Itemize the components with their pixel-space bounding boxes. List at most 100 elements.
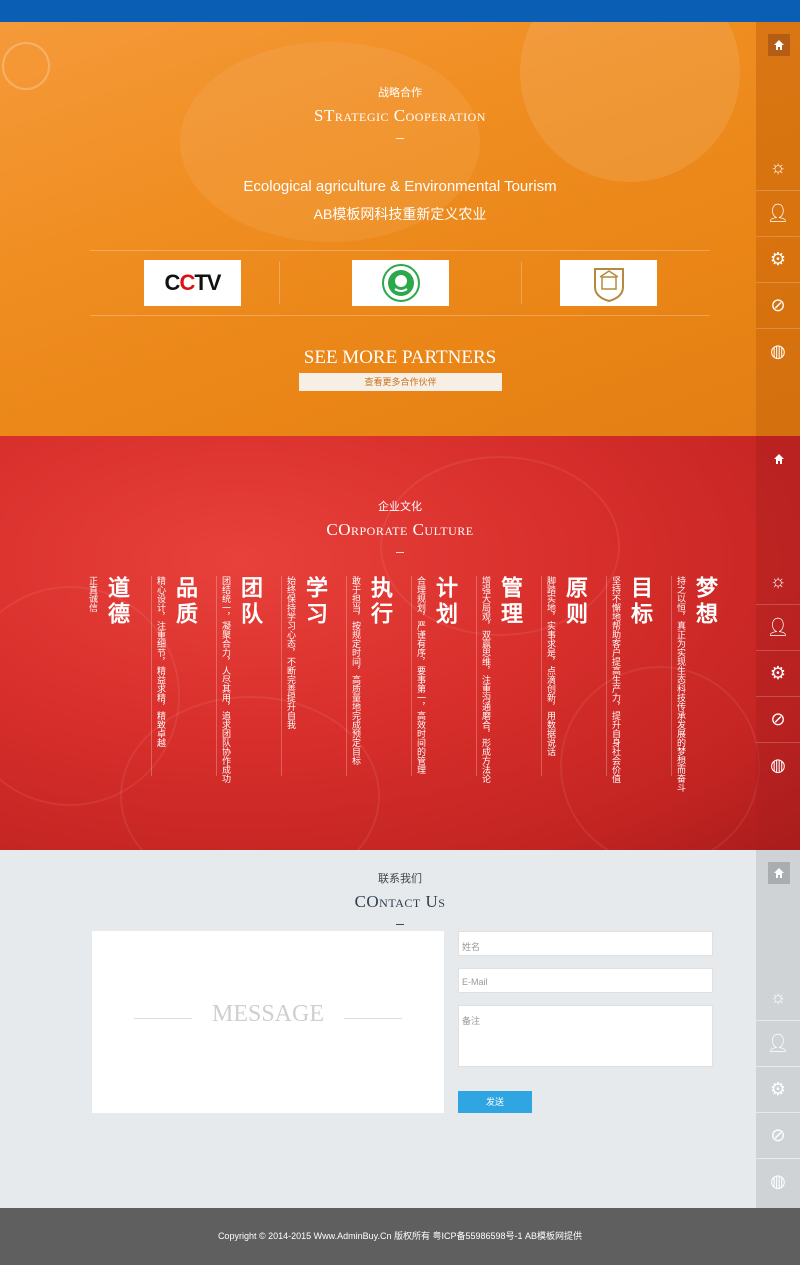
side-nav: ☼ 👤︎ ⚙ ⊘ ◍ bbox=[756, 850, 800, 1208]
section-title-en: COrporate Culture bbox=[326, 520, 474, 539]
footer: Copyright © 2014-2015 Www.AdminBuy.Cn 版权… bbox=[0, 1208, 800, 1265]
name-field[interactable]: 姓名 bbox=[458, 931, 713, 956]
nav-item-leaf[interactable]: ⊘ bbox=[756, 282, 800, 328]
message-panel: MESSAGE bbox=[92, 931, 444, 1113]
section-title-en: STrategic Cooperation bbox=[314, 106, 486, 125]
email-field[interactable]: E-Mail bbox=[458, 968, 713, 993]
leaf-icon: ⊘ bbox=[770, 295, 786, 315]
culture-value-text: 敢于担当，按规定时间，高质量地完成预定目标 bbox=[351, 576, 361, 765]
globe-icon: ◍ bbox=[770, 1171, 786, 1191]
nav-item-leaf[interactable]: ⊘ bbox=[756, 1112, 800, 1158]
home-icon bbox=[774, 454, 784, 464]
culture-values: 正直诚信 道德 精心设计，注重细节，精益求精，精致卓越 品质 团结统一，凝聚合力… bbox=[85, 576, 718, 796]
culture-value-text: 脚踏实地，实事求是，点滴创新，用数据说话 bbox=[546, 576, 556, 756]
home-button[interactable] bbox=[768, 448, 790, 470]
divider bbox=[90, 250, 710, 251]
strategic-cooperation-section: 战略合作 STrategic Cooperation Ecological ag… bbox=[0, 22, 800, 436]
culture-value-heading: 执行 bbox=[367, 576, 393, 628]
divider bbox=[411, 576, 412, 776]
see-more-partners-heading: SEE MORE PARTNERS bbox=[303, 347, 497, 368]
corporate-culture-section: 企业文化 COrporate Culture 正直诚信 道德 精心设计，注重细节… bbox=[0, 436, 800, 850]
divider bbox=[346, 576, 347, 776]
divider bbox=[279, 262, 280, 304]
gears-icon: ⚙ bbox=[769, 1079, 787, 1099]
home-icon bbox=[774, 40, 784, 50]
divider bbox=[151, 576, 152, 776]
title-underline bbox=[396, 552, 404, 553]
title-underline bbox=[396, 924, 404, 925]
culture-value-heading: 目标 bbox=[627, 576, 653, 628]
nav-item-sun[interactable]: ☼ bbox=[756, 558, 800, 604]
leaf-icon: ⊘ bbox=[770, 1125, 786, 1145]
see-more-partners-button[interactable]: 查看更多合作伙伴 bbox=[299, 373, 502, 391]
globe-icon: ◍ bbox=[770, 341, 786, 361]
subtitle-cn: AB模板网科技重新定义农业 bbox=[313, 206, 487, 222]
culture-value-heading: 学习 bbox=[302, 576, 328, 628]
culture-value-heading: 原则 bbox=[562, 576, 588, 628]
sun-icon: ☼ bbox=[769, 570, 787, 591]
note-field[interactable]: 备注 bbox=[458, 1005, 713, 1067]
user-icon: 👤︎ bbox=[766, 203, 790, 223]
title-underline bbox=[396, 138, 404, 139]
culture-value-text: 正直诚信 bbox=[88, 576, 98, 612]
culture-value-text: 始终保持学习心态，不断完善提升自我 bbox=[286, 576, 296, 729]
culture-value-text: 精心设计，注重细节，精益求精，精致卓越 bbox=[156, 576, 166, 747]
background-blob bbox=[520, 22, 740, 182]
culture-value-heading: 道德 bbox=[104, 576, 130, 628]
user-icon: 👤︎ bbox=[766, 617, 790, 637]
nav-item-globe[interactable]: ◍ bbox=[756, 742, 800, 788]
eco-logo-icon bbox=[381, 264, 420, 302]
copyright-text: Copyright © 2014-2015 Www.AdminBuy.Cn 版权… bbox=[217, 1231, 583, 1241]
send-button[interactable]: 发送 bbox=[458, 1091, 532, 1113]
sun-icon: ☼ bbox=[769, 986, 787, 1007]
culture-value-text: 增强大局观，双赢思维，注重沟通磨合，形成方法论 bbox=[481, 576, 491, 783]
home-button[interactable] bbox=[768, 34, 790, 56]
partner-logo-cctv[interactable]: CCTV bbox=[144, 260, 241, 306]
nav-item-leaf[interactable]: ⊘ bbox=[756, 696, 800, 742]
nav-item-user[interactable]: 👤︎ bbox=[756, 190, 800, 236]
contact-section: 联系我们 COntact Us MESSAGE 姓名 E-Mail 备注 发送 bbox=[0, 850, 800, 1208]
subtitle-en: Ecological agriculture & Environmental T… bbox=[243, 178, 557, 195]
divider bbox=[281, 576, 282, 776]
nav-item-gears[interactable]: ⚙ bbox=[756, 650, 800, 696]
section-title-cn: 企业文化 bbox=[378, 501, 422, 513]
sun-icon: ☼ bbox=[769, 156, 787, 177]
culture-value-heading: 梦想 bbox=[692, 576, 718, 628]
divider bbox=[216, 576, 217, 776]
divider bbox=[671, 576, 672, 776]
nav-item-user[interactable]: 👤︎ bbox=[756, 1020, 800, 1066]
gears-icon: ⚙ bbox=[769, 249, 787, 269]
culture-value-text: 合理规划，严谨有序，要事第一，高效时间的管理 bbox=[416, 576, 426, 774]
partner-logo-university[interactable] bbox=[560, 260, 657, 306]
nav-item-globe[interactable]: ◍ bbox=[756, 328, 800, 374]
culture-value-text: 坚持不懈地帮助客户提高生产力，提升自身社会价值 bbox=[611, 576, 621, 783]
culture-value-heading: 计划 bbox=[432, 576, 458, 628]
top-bar bbox=[0, 0, 800, 22]
side-nav: ☼ 👤︎ ⚙ ⊘ ◍ bbox=[756, 22, 800, 436]
nav-item-gears[interactable]: ⚙ bbox=[756, 236, 800, 282]
partner-logo-eco[interactable] bbox=[352, 260, 449, 306]
university-crest-icon bbox=[593, 268, 624, 303]
nav-item-globe[interactable]: ◍ bbox=[756, 1158, 800, 1204]
culture-value-heading: 管理 bbox=[497, 576, 523, 628]
section-title-cn: 联系我们 bbox=[378, 873, 422, 885]
gears-icon: ⚙ bbox=[769, 663, 787, 683]
culture-value-text: 团结统一，凝聚合力，人尽其用，追求团队协作成功 bbox=[221, 576, 231, 783]
message-label: MESSAGE bbox=[211, 1001, 325, 1027]
culture-value-heading: 品质 bbox=[172, 576, 198, 628]
nav-item-user[interactable]: 👤︎ bbox=[756, 604, 800, 650]
home-button[interactable] bbox=[768, 862, 790, 884]
divider bbox=[344, 1018, 402, 1019]
section-title-en: COntact Us bbox=[354, 892, 446, 911]
divider bbox=[90, 315, 710, 316]
decorative-ring bbox=[2, 42, 50, 90]
culture-value-text: 持之以恒，真正为实现生态科技传承发展的梦想而奋斗 bbox=[676, 576, 686, 792]
divider bbox=[476, 576, 477, 776]
user-icon: 👤︎ bbox=[766, 1033, 790, 1053]
nav-item-sun[interactable]: ☼ bbox=[756, 144, 800, 190]
divider bbox=[541, 576, 542, 776]
side-nav: ☼ 👤︎ ⚙ ⊘ ◍ bbox=[756, 436, 800, 850]
home-icon bbox=[774, 868, 784, 878]
nav-item-gears[interactable]: ⚙ bbox=[756, 1066, 800, 1112]
nav-item-sun[interactable]: ☼ bbox=[756, 974, 800, 1020]
